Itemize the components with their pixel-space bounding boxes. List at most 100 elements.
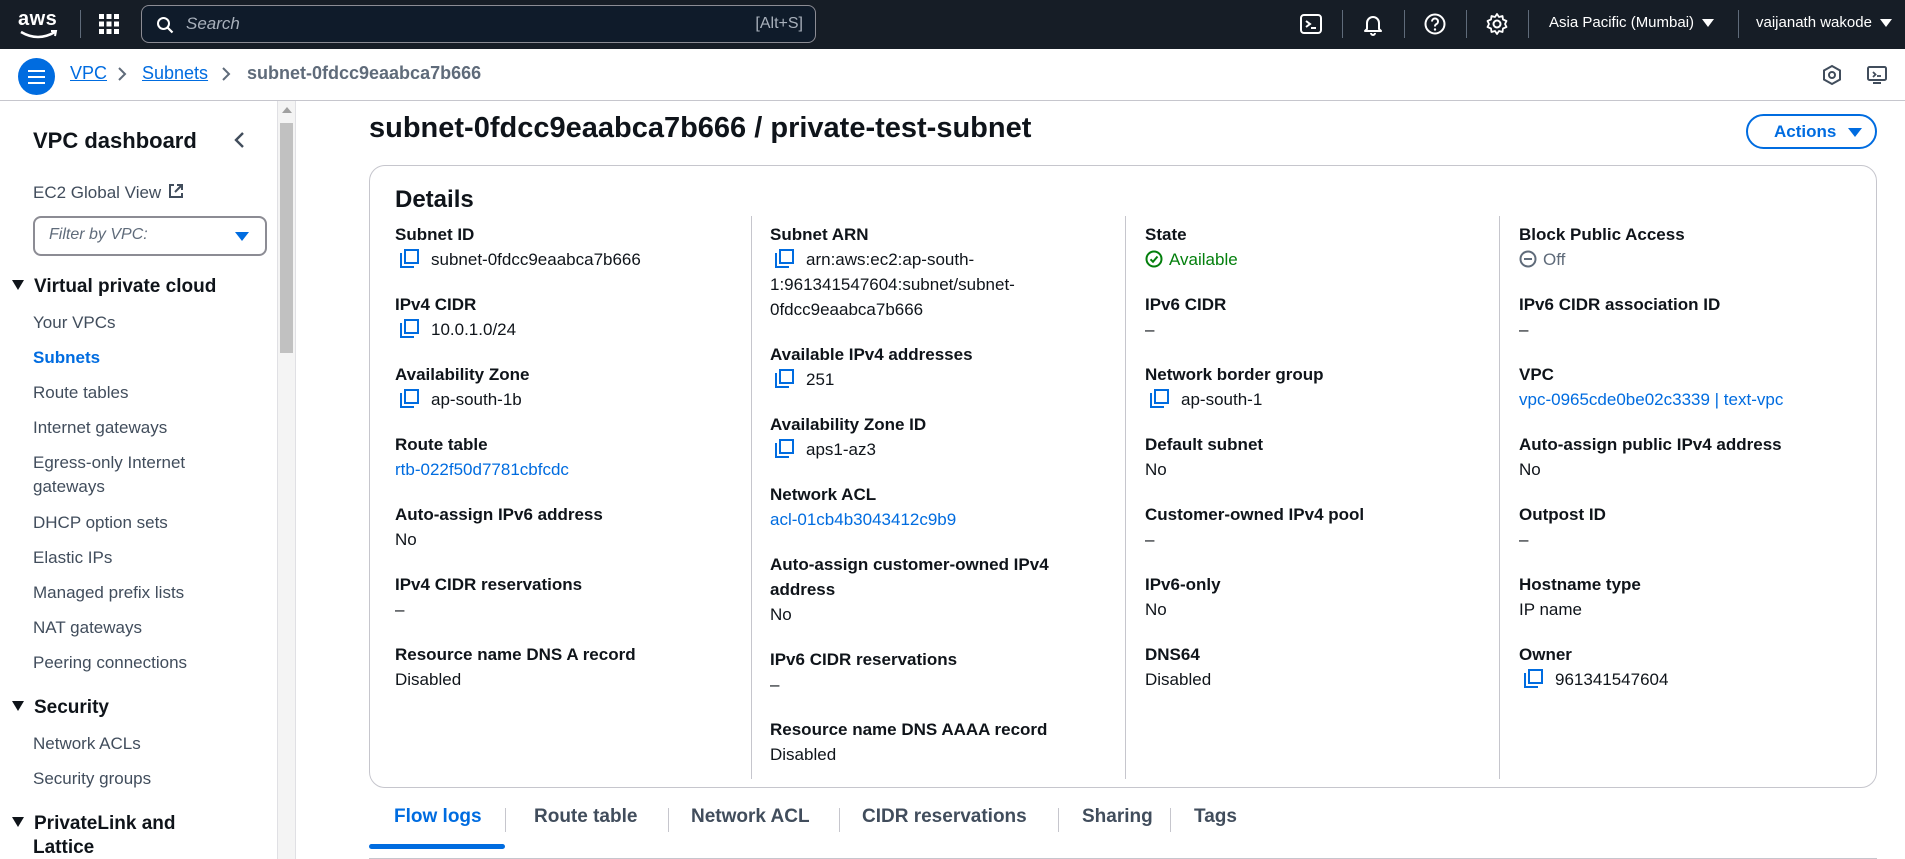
nav-divider <box>1404 10 1405 38</box>
copy-icon[interactable] <box>1149 388 1170 409</box>
field-value: No <box>1145 600 1167 619</box>
details-container: Details Subnet ID subnet-0fdcc9eaabca7b6… <box>369 165 1877 788</box>
settings-icon[interactable] <box>1485 12 1509 36</box>
vpc-filter-input[interactable] <box>49 226 219 244</box>
field-label: Subnet ID <box>395 225 475 244</box>
sidebar-item-nat-gateways[interactable]: NAT gateways <box>33 618 142 638</box>
aws-logo[interactable]: aws <box>18 8 62 40</box>
sidebar-item-subnets[interactable]: Subnets <box>33 348 100 368</box>
services-grid-icon[interactable] <box>98 13 120 35</box>
sidebar-item-network-acls[interactable]: Network ACLs <box>33 734 141 754</box>
field-owner: Owner 961341547604 <box>1519 642 1839 692</box>
field-label: Hostname type <box>1519 575 1641 594</box>
caret-down-icon <box>1879 19 1892 28</box>
sidebar-item-egress-only-internet-gateways[interactable]: Egress-only Internet gateways <box>33 453 185 497</box>
active-tab-indicator <box>369 844 505 849</box>
sidebar-section-privatelink-and-lattice[interactable]: PrivateLink and Lattice <box>12 812 176 859</box>
tab-network-acl[interactable]: Network ACL <box>691 806 810 828</box>
scroll-up-arrow-icon[interactable] <box>282 107 292 113</box>
sidebar-item-route-tables[interactable]: Route tables <box>33 383 128 403</box>
sidebar-item-security-groups[interactable]: Security groups <box>33 769 151 789</box>
breadcrumb-current: subnet-0fdcc9eaabca7b666 <box>247 63 482 83</box>
tab-separator <box>839 808 840 832</box>
nav-divider <box>1528 10 1529 38</box>
field-label: Availability Zone ID <box>770 415 927 434</box>
aws-smile-icon <box>20 30 58 39</box>
field-value: 0fdcc9eaabca7b666 <box>770 300 924 319</box>
region-label: Asia Pacific (Mumbai) <box>1549 14 1695 31</box>
field-label: Resource name DNS A record <box>395 645 636 664</box>
cloudshell-icon[interactable] <box>1299 12 1323 36</box>
field-ipv6-cidr-association-id: IPv6 CIDR association ID – <box>1519 292 1839 342</box>
sidebar-item-dhcp-option-sets[interactable]: DHCP option sets <box>33 513 168 533</box>
user-label: vaijanath wakode <box>1756 14 1872 31</box>
sidebar-title[interactable]: VPC dashboard <box>33 128 197 154</box>
breadcrumb-vpc[interactable]: VPC <box>70 63 107 84</box>
sidebar-item-your-vpcs[interactable]: Your VPCs <box>33 313 116 333</box>
tab-separator <box>1058 808 1059 832</box>
tab-sharing[interactable]: Sharing <box>1082 806 1153 828</box>
copy-icon[interactable] <box>774 438 795 459</box>
collapse-sidebar-icon[interactable] <box>232 129 248 151</box>
field-value: – <box>395 600 405 619</box>
help-icon[interactable] <box>1423 12 1447 36</box>
status-value: Off <box>1543 250 1566 269</box>
sidebar-scrollbar[interactable] <box>278 101 296 859</box>
sidebar-item-peering-connections[interactable]: Peering connections <box>33 653 187 673</box>
tab-separator <box>505 808 506 832</box>
expand-triangle-icon <box>12 817 24 827</box>
field-ipv6-cidr-reservations: IPv6 CIDR reservations – <box>770 647 1090 697</box>
copy-icon[interactable] <box>399 248 420 269</box>
copy-icon[interactable] <box>774 368 795 389</box>
field-ipv6-cidr: IPv6 CIDR – <box>1145 292 1465 342</box>
sidebar-item-label: gateways <box>33 477 105 496</box>
network-acl-link[interactable]: acl-01cb4b3043412c9b9 <box>770 507 1090 532</box>
breadcrumb-subnets[interactable]: Subnets <box>142 63 208 84</box>
field-auto-assign-public-ipv4: Auto-assign public IPv4 address No <box>1519 432 1839 482</box>
vpc-filter-select[interactable] <box>33 216 267 256</box>
detail-tabs: Flow logs Route table Network ACL CIDR r… <box>369 800 1877 859</box>
sidebar-item-ec2-global-view[interactable]: EC2 Global View <box>33 182 185 203</box>
top-navigation: aws [Alt+S] Asia Pacific (Mumbai) vaijan… <box>0 0 1905 49</box>
field-value: No <box>1519 460 1541 479</box>
bell-icon[interactable] <box>1361 12 1385 36</box>
sidebar-item-internet-gateways[interactable]: Internet gateways <box>33 418 167 438</box>
search-input[interactable] <box>186 12 686 36</box>
field-value: – <box>1145 530 1155 549</box>
field-ipv4-cidr: IPv4 CIDR 10.0.1.0/24 <box>395 292 715 342</box>
tab-flow-logs[interactable]: Flow logs <box>394 806 482 828</box>
copy-icon[interactable] <box>399 388 420 409</box>
status-success-icon <box>1145 250 1163 268</box>
expand-triangle-icon <box>12 701 24 711</box>
copy-icon[interactable] <box>1523 668 1544 689</box>
tab-cidr-reservations[interactable]: CIDR reservations <box>862 806 1027 828</box>
tab-tags[interactable]: Tags <box>1194 806 1237 828</box>
user-menu[interactable]: vaijanath wakode <box>1756 14 1892 31</box>
copy-icon[interactable] <box>399 318 420 339</box>
field-availability-zone-id: Availability Zone ID aps1-az3 <box>770 412 1090 462</box>
status-value: Available <box>1169 250 1238 269</box>
sidebar-item-elastic-ips[interactable]: Elastic IPs <box>33 548 112 568</box>
status-stopped-icon <box>1519 250 1537 268</box>
actions-button[interactable]: Actions <box>1746 114 1877 149</box>
search-box[interactable]: [Alt+S] <box>141 5 816 43</box>
region-selector[interactable]: Asia Pacific (Mumbai) <box>1549 14 1715 31</box>
copy-icon[interactable] <box>774 248 795 269</box>
sidebar-item-managed-prefix-lists[interactable]: Managed prefix lists <box>33 583 184 603</box>
scrollbar-thumb[interactable] <box>280 123 293 353</box>
field-value: 1:961341547604:subnet/subnet- <box>770 275 1015 294</box>
column-divider <box>1125 216 1126 779</box>
field-value: 251 <box>806 370 835 389</box>
tools-panel-icon[interactable] <box>1866 64 1888 86</box>
sidebar-section-virtual-private-cloud[interactable]: Virtual private cloud <box>12 276 216 298</box>
sidebar-section-security[interactable]: Security <box>12 697 109 719</box>
field-label: IPv6 CIDR association ID <box>1519 295 1721 314</box>
menu-button[interactable] <box>18 58 55 95</box>
notifications-icon[interactable] <box>1821 64 1843 86</box>
tab-separator <box>668 808 669 832</box>
route-table-link[interactable]: rtb-022f50d7781cbfcdc <box>395 457 715 482</box>
vpc-link[interactable]: vpc-0965cde0be02c3339 | text-vpc <box>1519 387 1839 412</box>
field-value: 961341547604 <box>1555 670 1669 689</box>
external-link-icon <box>169 184 184 198</box>
tab-route-table[interactable]: Route table <box>534 806 637 828</box>
